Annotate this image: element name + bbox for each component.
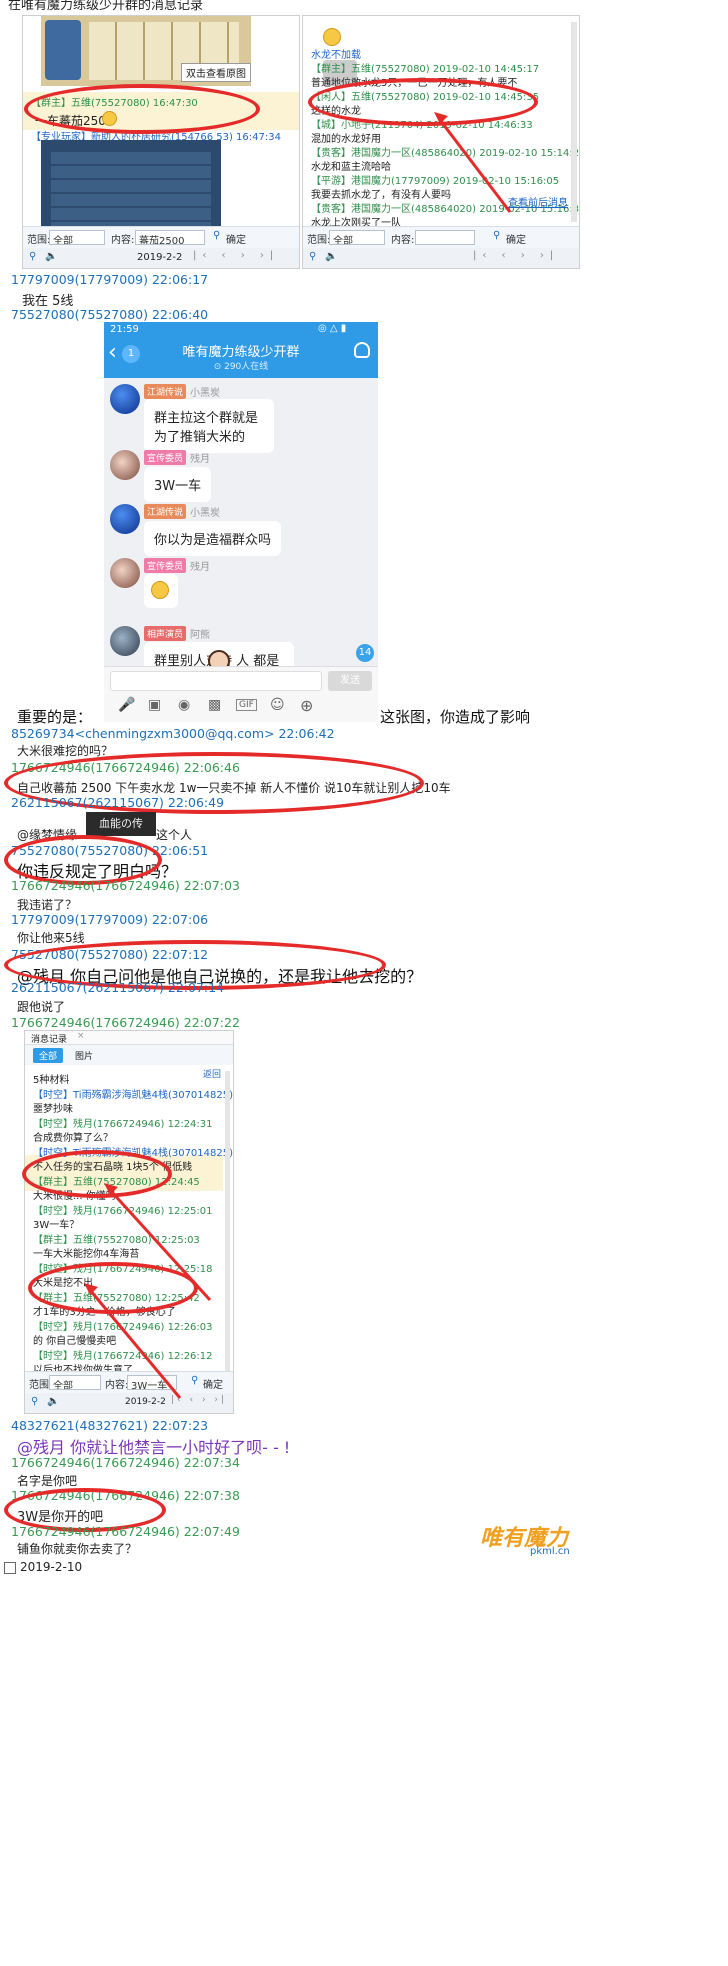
footer-area: 2019-2-10: [0, 1558, 728, 1966]
message-header: 1766724946(1766724946) 22:07:49: [11, 1524, 240, 1539]
member-tag: 江湖传说: [144, 384, 187, 399]
chat-bubble: 你以为是造福群众吗: [144, 521, 282, 556]
phone-header: 21:59 ◎ △ ▮ ‹ 1 唯有魔力练级少开群 ⊙ 290人在线: [104, 322, 378, 378]
message-text: 合成费你算了么？: [33, 1133, 113, 1144]
message-text: 跟他说了: [17, 1000, 66, 1014]
chat-bubble: [144, 574, 178, 608]
phone-screenshot: 21:59 ◎ △ ▮ ‹ 1 唯有魔力练级少开群 ⊙ 290人在线 江湖传说 …: [104, 322, 378, 722]
speaker-icon[interactable]: 🔈: [45, 251, 57, 262]
content-input[interactable]: 蕃茄2500: [135, 230, 205, 245]
confirm-button[interactable]: 确定: [226, 231, 246, 246]
emoji-icon[interactable]: ☺: [270, 697, 285, 713]
member-tag: 江湖传说: [144, 504, 187, 519]
message-header: 17797009(17797009) 22:07:06: [11, 912, 209, 927]
plus-icon[interactable]: ⊕: [300, 696, 313, 715]
message-header: 1766724946(1766724946) 22:07:03: [11, 878, 240, 893]
message-header: 1766724946(1766724946) 22:07:22: [11, 1015, 240, 1030]
avatar[interactable]: [110, 558, 140, 588]
avatar[interactable]: [110, 384, 140, 414]
back-link[interactable]: 返回: [203, 1067, 221, 1080]
status-time: 21:59: [110, 324, 139, 335]
message-header: 75527080(75527080) 22:06:40: [11, 307, 209, 322]
message-text: 你让他来5线: [17, 931, 85, 945]
image-icon[interactable]: ▣: [148, 697, 161, 713]
message-text: 我违诺了？: [17, 898, 78, 912]
search-icon[interactable]: ⚲: [29, 251, 36, 262]
microphone-icon[interactable]: 🎤: [118, 697, 135, 713]
stats-table: [51, 150, 211, 234]
message-input[interactable]: [110, 671, 322, 691]
member-tag: 宣传委员: [144, 450, 187, 465]
avatar[interactable]: [110, 626, 140, 656]
member-tag: 宣传委员: [144, 558, 187, 573]
window-tab: 消息记录 ×: [25, 1031, 233, 1045]
history-panel-left: 双击查看原图 【群主】五维(75527080) 16:47:30 一车蕃茄250…: [22, 15, 300, 269]
red-arrow-annotation: [434, 112, 512, 213]
status-icons: ◎ △ ▮: [318, 323, 347, 334]
online-count: ⊙ 290人在线: [213, 362, 269, 372]
chat-bubble: 群主拉这个群就是为了推销大米的: [144, 399, 274, 453]
window-title: 消息记录: [31, 1035, 68, 1045]
red-arrow-annotation: [84, 1183, 212, 1399]
gif-icon[interactable]: GIF: [236, 699, 257, 711]
message-text: 噩梦抄味: [33, 1104, 73, 1115]
bottom-bar: ⚲ 🔈 2019-2-2 |‹ ‹ › ›|: [23, 248, 299, 268]
character-sprite: [45, 20, 81, 80]
message-header: 262115067(262115067) 22:06:49: [11, 795, 225, 810]
message-header: 【时空】残月(1766724946) 12:24:31: [33, 1118, 213, 1130]
logo-url: pkml.cn: [530, 1546, 570, 1557]
message-header: 17797009(17797009) 22:06:17: [11, 272, 209, 287]
red-circle-annotation: [24, 84, 260, 134]
member-name: 阿熊: [190, 630, 210, 641]
message-text: 名字是你吧: [17, 1474, 78, 1488]
message-text: 铺鱼你就卖你去卖了？: [17, 1542, 138, 1556]
scrollbar[interactable]: [571, 22, 577, 222]
message-header: 85269734<chenmingzxm3000@qq.com> 22:06:4…: [11, 726, 335, 741]
search-icon[interactable]: ⚲: [213, 230, 220, 241]
send-button[interactable]: 发送: [328, 671, 372, 691]
calendar-date[interactable]: 2019-2-2: [137, 252, 182, 263]
pager-arrows-icon[interactable]: |‹ ‹ › ›|: [193, 250, 279, 261]
group-members-icon[interactable]: [354, 342, 370, 358]
avatar[interactable]: [110, 504, 140, 534]
tooltip-view-original: 双击查看原图: [181, 63, 251, 82]
member-name: 残月: [190, 454, 210, 465]
member-name: 小黑炭: [190, 388, 220, 399]
message-header: 48327621(48327621) 22:07:23: [11, 1418, 209, 1433]
chat-bubble: 3W一车: [144, 467, 212, 502]
top-caption: 在唯有魔力练级少开群的消息记录: [8, 0, 204, 13]
sticker-image: 血能の传: [86, 812, 156, 836]
message-header: 1766724946(1766724946) 22:07:34: [11, 1455, 240, 1470]
message-header: 262115067(262115067) 22:07:14: [11, 980, 225, 995]
tab-bar: 全部 图片: [25, 1045, 233, 1065]
calendar-icon[interactable]: [4, 1562, 16, 1574]
input-bar: 发送 🎤 ▣ ◉ ▩ GIF ☺ ⊕: [104, 666, 378, 722]
new-message-count[interactable]: 14: [356, 644, 374, 662]
group-title: 唯有魔力练级少开群: [182, 345, 300, 360]
sad-emoji-icon: [151, 581, 169, 599]
footer-date: 2019-2-10: [20, 1560, 83, 1574]
close-icon[interactable]: ×: [77, 1031, 85, 1041]
member-name: 残月: [190, 562, 210, 573]
member-name: 小黑炭: [190, 508, 220, 519]
message-header: 【时空】Ti雨殇霸涉海凯魅4栈(307014825) 12:24:26: [33, 1089, 234, 1101]
member-tag: 相声演员: [144, 626, 187, 641]
message-text: 重要的是：: [17, 708, 93, 726]
message-text: 这个人: [156, 828, 193, 842]
message-text: 这张图，你造成了影响: [380, 708, 531, 726]
red-packet-icon[interactable]: ▩: [208, 697, 221, 713]
tab-all[interactable]: 全部: [33, 1048, 64, 1063]
tab-images[interactable]: 图片: [75, 1049, 93, 1062]
search-toolbar: 范围: 全部 内容: 蕃茄2500 ⚲ 确定: [23, 226, 299, 248]
site-logo: 唯有魔力 pkml.cn: [480, 1520, 590, 1560]
avatar[interactable]: [110, 450, 140, 480]
camera-icon[interactable]: ◉: [178, 697, 190, 713]
range-select[interactable]: 全部: [49, 230, 105, 245]
message-text: 5种材料: [33, 1075, 70, 1086]
